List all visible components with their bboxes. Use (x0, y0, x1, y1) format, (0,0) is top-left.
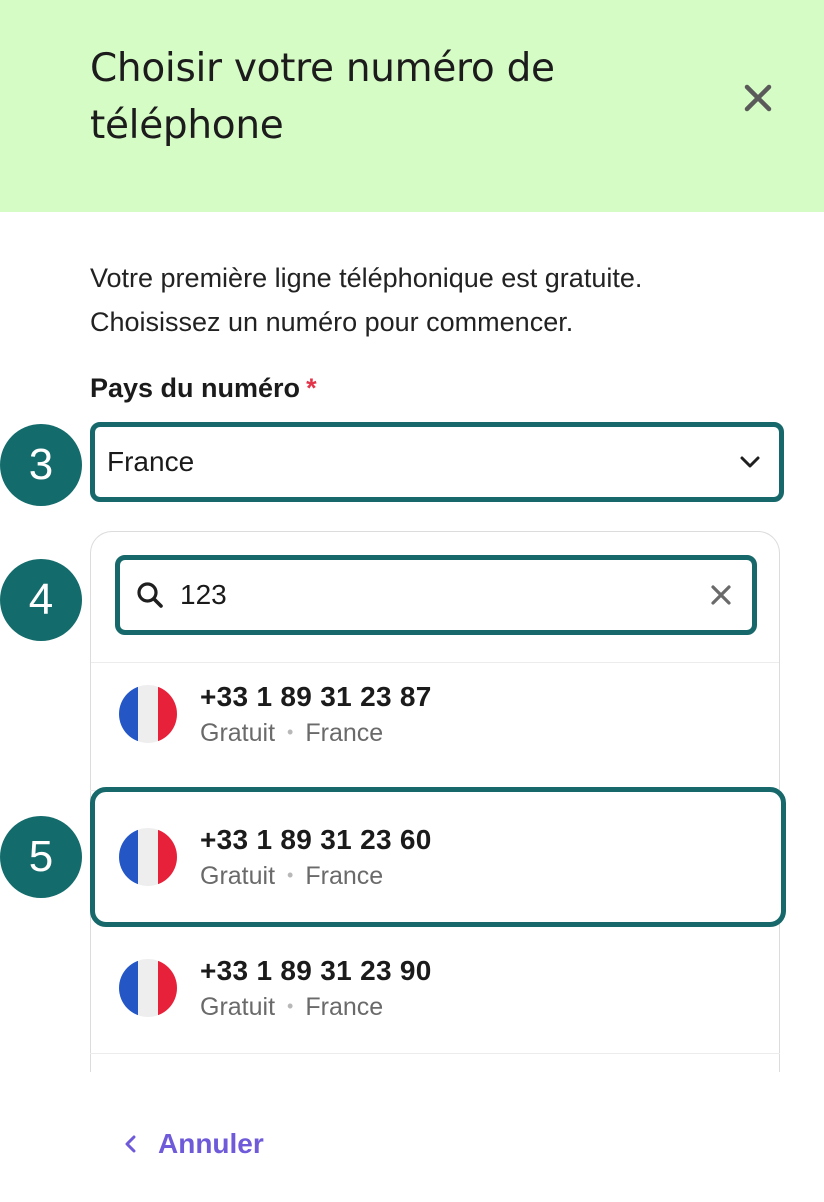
country-select[interactable]: France (90, 422, 784, 502)
country-field-label: Pays du numéro * (90, 373, 317, 404)
country-select-value: France (107, 446, 195, 477)
search-input[interactable] (178, 578, 710, 612)
cancel-label: Annuler (158, 1128, 264, 1159)
number-price: Gratuit (200, 718, 276, 747)
cancel-button[interactable]: Annuler (124, 1128, 264, 1160)
close-icon (744, 84, 772, 112)
meta-separator: • (287, 864, 294, 885)
required-marker: * (306, 373, 317, 403)
chevron-down-icon (739, 455, 761, 469)
number-search-field (115, 555, 757, 635)
phone-number: +33 1 89 31 23 87 (200, 680, 432, 712)
country-label-text: Pays du numéro (90, 373, 301, 403)
chevron-left-icon (124, 1134, 138, 1154)
row-divider (90, 1053, 780, 1054)
number-option-highlighted[interactable]: +33 1 89 31 23 60 Gratuit • France (90, 787, 786, 927)
step-badge-3: 3 (0, 424, 82, 506)
number-meta: Gratuit • France (200, 719, 432, 748)
number-option[interactable]: +33 1 89 31 23 87 Gratuit • France (90, 649, 780, 779)
number-price: Gratuit (200, 861, 276, 890)
search-icon (136, 581, 164, 609)
number-meta: Gratuit • France (200, 993, 432, 1022)
france-flag-icon (119, 959, 177, 1017)
dialog-title: Choisir votre numéro de téléphone (90, 46, 555, 148)
france-flag-icon (119, 828, 177, 886)
meta-separator: • (287, 721, 294, 742)
dialog-header: Choisir votre numéro de téléphone (0, 0, 824, 212)
phone-number: +33 1 89 31 23 60 (200, 823, 432, 855)
close-button[interactable] (738, 78, 778, 118)
meta-separator: • (287, 995, 294, 1016)
step-badge-5: 5 (0, 816, 82, 898)
number-option[interactable]: +33 1 89 31 23 90 Gratuit • France (90, 923, 780, 1053)
number-country: France (305, 861, 384, 890)
clear-icon[interactable] (710, 584, 732, 606)
step-badge-4: 4 (0, 559, 82, 641)
number-meta: Gratuit • France (200, 862, 432, 891)
intro-text: Votre première ligne téléphonique est gr… (90, 263, 643, 337)
france-flag-icon (119, 685, 177, 743)
number-country: France (305, 992, 384, 1021)
number-price: Gratuit (200, 992, 276, 1021)
number-country: France (305, 718, 384, 747)
phone-number: +33 1 89 31 23 90 (200, 954, 432, 986)
